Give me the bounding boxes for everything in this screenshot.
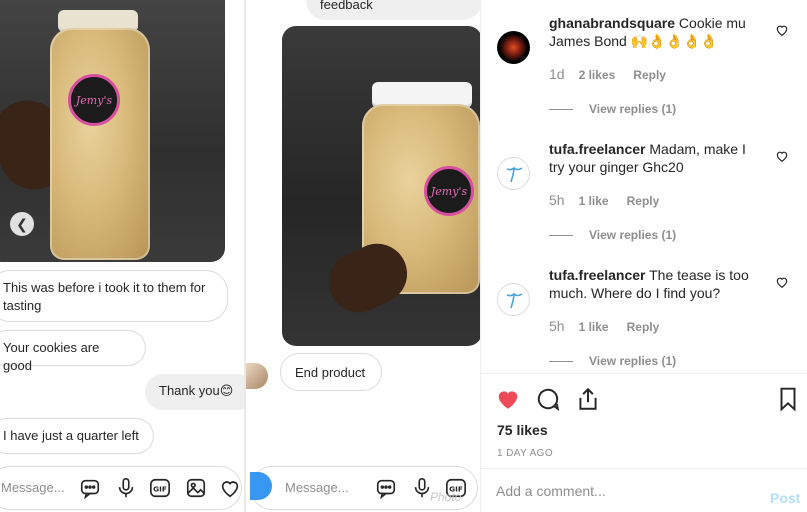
add-comment-bar: Post <box>481 468 807 512</box>
freelancer-logo-icon <box>506 292 523 309</box>
message-text: I have just a quarter left <box>3 428 139 443</box>
share-icon[interactable] <box>575 386 601 412</box>
comment-age[interactable]: 5h <box>549 318 565 334</box>
view-replies-label: View replies (1) <box>589 354 677 368</box>
chat-screenshot-left: Jemy's ❮ This was before i took it to th… <box>0 0 244 512</box>
avatar[interactable] <box>497 283 530 316</box>
comment-body: tufa.freelancer Madam, make I try your g… <box>549 140 759 176</box>
heart-icon[interactable] <box>219 477 241 499</box>
comment-likes[interactable]: 1 like <box>579 320 609 334</box>
message-bubble: This was before i took it to them for ta… <box>0 270 228 322</box>
message-text: Thank you😊 <box>159 383 234 398</box>
message-bubble: feedback <box>306 0 480 20</box>
message-text: This was before i took it to them for ta… <box>3 280 206 313</box>
message-text: feedback <box>320 0 373 12</box>
message-icon[interactable] <box>79 477 101 499</box>
comment-body: tufa.freelancer The tease is too much. W… <box>549 266 759 302</box>
comment-age[interactable]: 1d <box>549 66 565 82</box>
message-bubble: End product <box>280 353 382 391</box>
message-placeholder: Message... <box>1 480 65 495</box>
bookmark-icon[interactable] <box>775 386 801 412</box>
replies-line <box>549 108 573 110</box>
comment-username[interactable]: ghanabrandsquare <box>549 15 675 31</box>
cookie-jar-photo-right: Jemy's <box>282 26 480 346</box>
gif-icon[interactable]: GIF <box>149 477 171 499</box>
comment-meta: 5h 1 like Reply <box>549 318 659 334</box>
message-icon[interactable] <box>375 477 397 499</box>
comment-username[interactable]: tufa.freelancer <box>549 267 645 283</box>
message-placeholder: Message... <box>285 480 349 495</box>
image-icon[interactable] <box>185 477 207 499</box>
message-text: Your cookies are good <box>3 340 100 373</box>
replies-line <box>549 234 573 236</box>
svg-text:GIF: GIF <box>153 485 167 494</box>
avatar[interactable] <box>497 31 530 64</box>
jar-label: Jemy's <box>424 166 474 216</box>
carousel-previous-button[interactable]: ❮ <box>10 212 34 236</box>
like-heart-icon[interactable] <box>495 386 521 412</box>
reply-button[interactable]: Reply <box>627 320 660 334</box>
view-replies-label: View replies (1) <box>589 102 677 116</box>
post-actions: 75 likes 1 DAY AGO <box>481 373 807 468</box>
like-heart-icon[interactable] <box>775 275 789 289</box>
comment-body: ghanabrandsquare Cookie mu James Bond 🙌👌… <box>549 14 759 50</box>
replies-line <box>549 360 573 362</box>
reply-button[interactable]: Reply <box>627 194 660 208</box>
microphone-icon[interactable] <box>115 477 137 499</box>
message-input-bar[interactable]: Message... GIF <box>0 466 242 510</box>
view-replies-button[interactable]: View replies (1) <box>549 228 676 242</box>
comment-icon[interactable] <box>535 386 561 412</box>
message-text: End product <box>295 365 366 380</box>
post-date: 1 DAY AGO <box>497 448 554 459</box>
watermark-text: Photo <box>430 490 462 504</box>
post-media: Jemy's ❮ This was before i took it to th… <box>0 0 480 512</box>
comment-age[interactable]: 5h <box>549 192 565 208</box>
comments-sidebar: ghanabrandsquare Cookie mu James Bond 🙌👌… <box>480 0 807 512</box>
likes-count[interactable]: 75 likes <box>497 422 548 438</box>
comment-username[interactable]: tufa.freelancer <box>549 141 645 157</box>
like-heart-icon[interactable] <box>775 149 789 163</box>
comment-meta: 5h 1 like Reply <box>549 192 659 208</box>
view-replies-button[interactable]: View replies (1) <box>549 102 676 116</box>
freelancer-logo-icon <box>506 166 523 183</box>
like-heart-icon[interactable] <box>775 23 789 37</box>
view-replies-button[interactable]: View replies (1) <box>549 354 676 368</box>
message-bubble: Your cookies are good <box>0 330 146 373</box>
view-replies-label: View replies (1) <box>589 228 677 242</box>
comment-likes[interactable]: 1 like <box>579 194 609 208</box>
jar-label: Jemy's <box>68 74 120 126</box>
reply-button[interactable]: Reply <box>633 68 666 82</box>
comment-input[interactable] <box>496 479 746 503</box>
avatar[interactable] <box>497 157 530 190</box>
cookie-jar: Jemy's <box>50 28 150 260</box>
chevron-left-icon: ❮ <box>16 215 28 232</box>
chat-screenshot-right: feedback Jemy's End product Message... G… <box>246 0 480 512</box>
comment-likes[interactable]: 2 likes <box>579 68 616 82</box>
post-comment-button[interactable]: Post <box>770 490 800 506</box>
message-bubble: I have just a quarter left <box>0 418 154 454</box>
comment-meta: 1d 2 likes Reply <box>549 66 666 82</box>
message-bubble: Thank you😊 <box>145 374 244 410</box>
